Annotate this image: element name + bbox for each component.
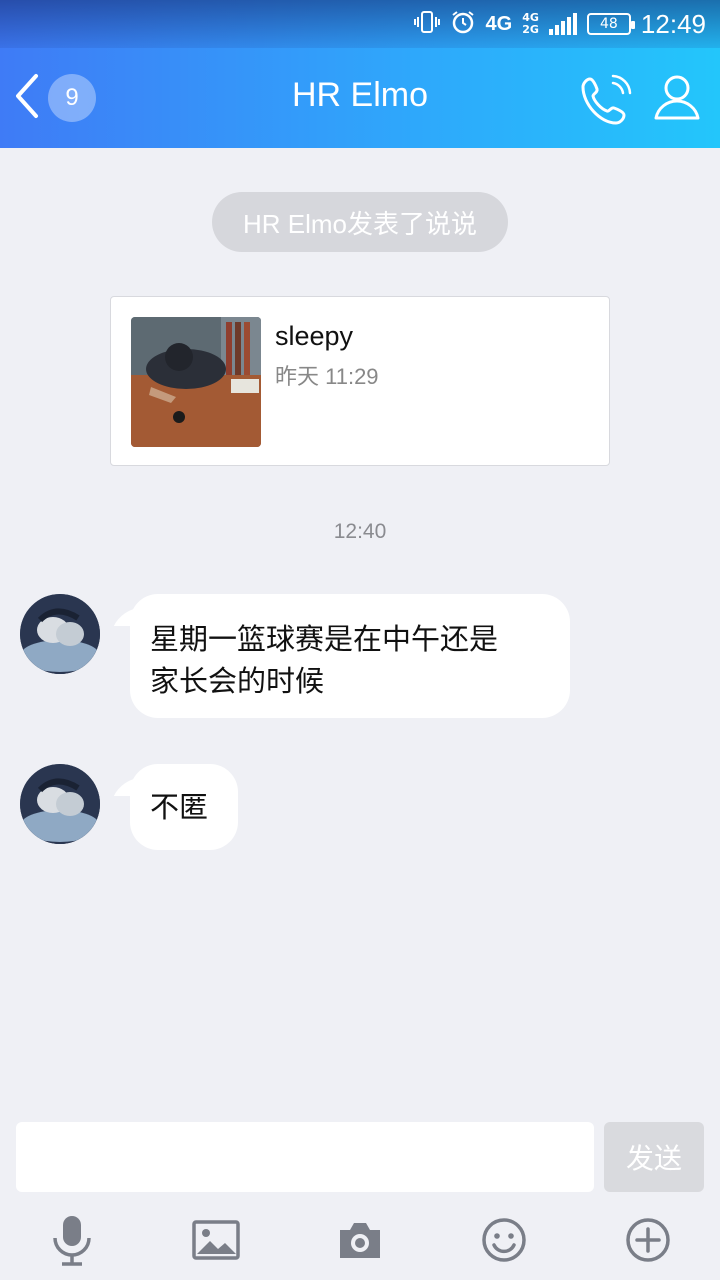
voice-button[interactable] xyxy=(44,1214,100,1270)
emoji-button[interactable] xyxy=(476,1214,532,1270)
system-notice: HR Elmo发表了说说 xyxy=(212,192,508,252)
plus-icon xyxy=(625,1217,671,1267)
back-arrow-icon xyxy=(12,72,42,124)
alarm-icon xyxy=(450,9,476,39)
message-input[interactable] xyxy=(16,1122,594,1192)
phone-icon xyxy=(580,74,632,130)
gallery-button[interactable] xyxy=(188,1214,244,1270)
message-text-line: 不匿 xyxy=(150,790,209,824)
emoji-icon xyxy=(481,1217,527,1267)
network-type: 4G xyxy=(485,12,513,35)
status-time: 12:49 xyxy=(640,8,706,39)
avatar[interactable] xyxy=(20,764,100,844)
message-timestamp: 12:40 xyxy=(333,520,387,543)
message-text-line: 家长会的时候 xyxy=(150,664,325,698)
status-bar: 4G 4G 2G 48 12:49 xyxy=(0,0,720,48)
post-thumbnail xyxy=(131,317,261,447)
post-title: sleepy xyxy=(275,321,354,351)
more-button[interactable] xyxy=(620,1214,676,1270)
signal-icon xyxy=(548,13,577,35)
network-secondary-bottom: 2G xyxy=(522,23,539,36)
input-toolbar xyxy=(0,1210,720,1274)
input-area: 发送 xyxy=(0,1106,720,1280)
vibrate-icon xyxy=(413,10,440,38)
message-bubble[interactable]: 不匿 xyxy=(130,764,238,850)
shared-post-card[interactable]: sleepy 昨天 11:29 xyxy=(110,296,610,466)
call-button[interactable] xyxy=(580,74,632,130)
battery-indicator: 48 xyxy=(586,13,635,35)
post-time: 昨天 11:29 xyxy=(275,364,379,389)
image-icon xyxy=(192,1220,240,1264)
avatar[interactable] xyxy=(20,594,100,674)
microphone-icon xyxy=(50,1214,94,1270)
camera-icon xyxy=(336,1220,384,1264)
back-button[interactable]: 9 xyxy=(12,72,96,124)
chat-history[interactable]: HR Elmo发表了说说 sleepy 昨天 11:29 12:40 星期一篮球… xyxy=(0,148,720,1106)
send-button[interactable]: 发送 xyxy=(604,1122,704,1192)
unread-count-badge: 9 xyxy=(48,74,96,122)
camera-button[interactable] xyxy=(332,1214,388,1270)
message-bubble[interactable]: 星期一篮球赛是在中午还是 家长会的时候 xyxy=(130,594,570,718)
header: 4G 4G 2G 48 12:49 9 HR Elmo xyxy=(0,0,720,148)
navbar: 9 HR Elmo xyxy=(0,48,720,148)
network-secondary: 4G 2G xyxy=(522,12,539,36)
message-text-line: 星期一篮球赛是在中午还是 xyxy=(150,622,499,656)
profile-button[interactable] xyxy=(652,72,702,126)
person-icon xyxy=(652,75,702,126)
